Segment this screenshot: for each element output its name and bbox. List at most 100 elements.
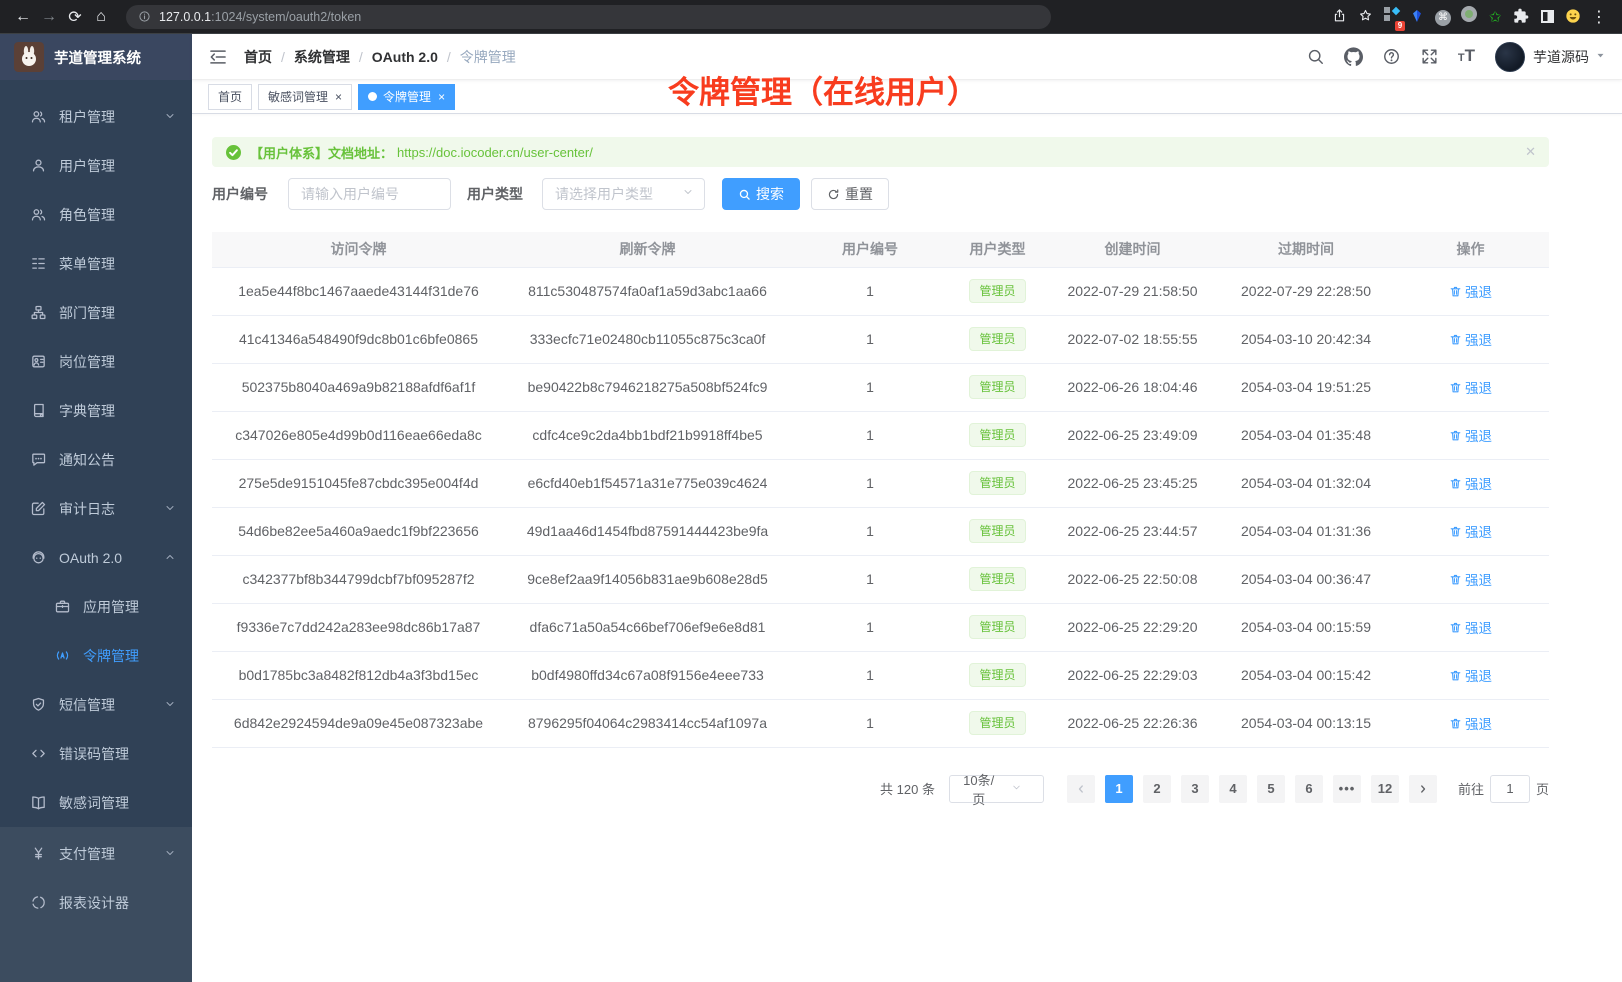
extension-record-icon[interactable] [1456, 6, 1482, 27]
user-type-tag: 管理员 [969, 519, 1025, 543]
github-icon[interactable] [1344, 47, 1364, 67]
sidebar-item-application-management[interactable]: 应用管理 [0, 582, 192, 631]
sidebar-item-dict-management[interactable]: 字典管理 [0, 386, 192, 435]
extension-star-icon[interactable]: ✩ [1482, 8, 1508, 26]
extension-puzzle-icon[interactable] [1508, 8, 1534, 26]
sidebar-item-dept-management[interactable]: 部门管理 [0, 288, 192, 337]
pager-page-1[interactable]: 1 [1105, 775, 1133, 803]
chevron-down-icon [997, 781, 1035, 796]
user-id-cell: 1 [790, 315, 950, 363]
sidebar-item-sensitive-word-management[interactable]: 敏感词管理 [0, 778, 192, 827]
pager-page-3[interactable]: 3 [1181, 775, 1209, 803]
force-logout-button[interactable]: 强退 [1449, 569, 1492, 589]
sidebar-item-error-code-management[interactable]: 错误码管理 [0, 729, 192, 778]
pager-page-5[interactable]: 5 [1257, 775, 1285, 803]
refresh-token-cell: cdfc4ce9c2da4bb1bdf21b9918ff4be5 [505, 411, 790, 459]
page-size-select[interactable]: 10条/页 [949, 775, 1044, 803]
force-logout-button[interactable]: 强退 [1449, 713, 1492, 733]
force-logout-button[interactable]: 强退 [1449, 377, 1492, 397]
sidebar-item-role-management[interactable]: 角色管理 [0, 190, 192, 239]
table-row: 502375b8040a469a9b82188afdf6af1fbe90422b… [212, 363, 1549, 411]
fullscreen-icon[interactable] [1420, 47, 1440, 67]
pager-page-4[interactable]: 4 [1219, 775, 1247, 803]
extension-grid-icon[interactable]: 9 [1378, 7, 1404, 27]
browser-menu-icon[interactable]: ⋮ [1586, 7, 1612, 27]
access-token-cell: 6d842e2924594de9a09e45e087323abe [212, 699, 505, 747]
sidebar-item-post-management[interactable]: 岗位管理 [0, 337, 192, 386]
tabs-bar: 首页敏感词管理×令牌管理× [192, 80, 1622, 114]
pager-page-12[interactable]: 12 [1371, 775, 1399, 803]
user-id-input[interactable] [288, 178, 451, 210]
alert-close-icon[interactable]: ✕ [1525, 144, 1536, 160]
expire-time-cell: 2054-03-04 00:15:59 [1220, 603, 1392, 651]
sidebar-item-audit-log[interactable]: 审计日志 [0, 484, 192, 533]
goto-label: 前往 [1458, 779, 1484, 798]
sidebar-item-token-management[interactable]: 令牌管理 [0, 631, 192, 680]
app-logo-row[interactable]: 芋道管理系统 [0, 34, 192, 80]
user-type-tag: 管理员 [969, 375, 1025, 399]
force-logout-button[interactable]: 强退 [1449, 281, 1492, 301]
extension-command-icon[interactable]: ⌘ [1430, 7, 1456, 26]
user-type-label: 用户类型 [467, 184, 523, 204]
doc-link[interactable]: https://doc.iocoder.cn/user-center/ [397, 145, 593, 160]
tab-close-icon[interactable]: × [438, 90, 445, 104]
font-size-icon[interactable]: TT [1458, 46, 1475, 68]
help-icon[interactable] [1382, 47, 1402, 67]
sidebar-item-oauth2[interactable]: OAuth 2.0 [0, 533, 192, 582]
user-id-cell: 1 [790, 411, 950, 459]
breadcrumb-item[interactable]: 首页 [244, 47, 272, 67]
search-button[interactable]: 搜索 [722, 178, 800, 210]
tab-home[interactable]: 首页 [208, 84, 252, 110]
force-logout-button[interactable]: 强退 [1449, 329, 1492, 349]
navbar-right: TT 芋道源码 [1288, 42, 1606, 72]
forward-icon[interactable]: → [36, 8, 62, 26]
extension-split-icon[interactable] [1534, 8, 1560, 26]
sidebar-item-payment-management[interactable]: 支付管理 [0, 829, 192, 878]
prev-page-button[interactable] [1067, 775, 1095, 803]
reset-button[interactable]: 重置 [811, 178, 889, 210]
chevron-down-icon [164, 697, 176, 713]
url-text: 127.0.0.1:1024/system/oauth2/token [159, 10, 361, 24]
search-icon[interactable] [1306, 47, 1326, 67]
force-logout-button[interactable]: 强退 [1449, 521, 1492, 541]
home-icon[interactable]: ⌂ [88, 8, 114, 26]
tab-token[interactable]: 令牌管理× [358, 84, 455, 110]
avatar[interactable] [1495, 42, 1525, 72]
sidebar-item-notice-announcement[interactable]: 通知公告 [0, 435, 192, 484]
force-logout-button[interactable]: 强退 [1449, 617, 1492, 637]
tab-close-icon[interactable]: × [335, 90, 342, 104]
tab-sensitive-word[interactable]: 敏感词管理× [258, 84, 352, 110]
caret-down-icon[interactable] [1595, 48, 1606, 66]
extension-gem-icon[interactable] [1404, 8, 1430, 26]
url-bar[interactable]: 127.0.0.1:1024/system/oauth2/token [126, 5, 1051, 29]
pager-page-6[interactable]: 6 [1295, 775, 1323, 803]
extension-emoji-icon[interactable] [1560, 8, 1586, 26]
screen: ← → ⟳ ⌂ 127.0.0.1:1024/system/oauth2/tok… [0, 0, 1622, 982]
sidebar-item-sms-management[interactable]: 短信管理 [0, 680, 192, 729]
force-logout-button[interactable]: 强退 [1449, 425, 1492, 445]
force-logout-button[interactable]: 强退 [1449, 473, 1492, 493]
refresh-token-cell: 333ecfc71e02480cb11055c875c3ca0f [505, 315, 790, 363]
bookmark-star-icon[interactable] [1352, 8, 1378, 26]
access-token-cell: 275e5de9151045fe87cbdc395e004f4d [212, 459, 505, 507]
pager-more-button[interactable]: ••• [1333, 775, 1361, 803]
delete-icon [1449, 717, 1465, 730]
sidebar-item-tenant-management[interactable]: 租户管理 [0, 92, 192, 141]
sidebar-item-report-designer[interactable]: 报表设计器 [0, 878, 192, 927]
goto-page-input[interactable] [1490, 775, 1530, 803]
reload-icon[interactable]: ⟳ [62, 7, 88, 27]
back-icon[interactable]: ← [10, 8, 36, 26]
user-name[interactable]: 芋道源码 [1533, 47, 1589, 67]
sidebar-item-menu-management[interactable]: 菜单管理 [0, 239, 192, 288]
force-logout-button[interactable]: 强退 [1449, 665, 1492, 685]
breadcrumb-item[interactable]: 系统管理 [294, 47, 350, 67]
share-icon[interactable] [1326, 8, 1352, 26]
user-type-select[interactable]: 请选择用户类型 [542, 178, 705, 210]
info-icon[interactable] [138, 10, 151, 24]
pager-page-2[interactable]: 2 [1143, 775, 1171, 803]
sidebar-item-user-management[interactable]: 用户管理 [0, 141, 192, 190]
hamburger-icon[interactable] [208, 47, 228, 67]
breadcrumb-item[interactable]: OAuth 2.0 [372, 49, 438, 65]
user-id-label: 用户编号 [212, 184, 268, 204]
next-page-button[interactable] [1409, 775, 1437, 803]
